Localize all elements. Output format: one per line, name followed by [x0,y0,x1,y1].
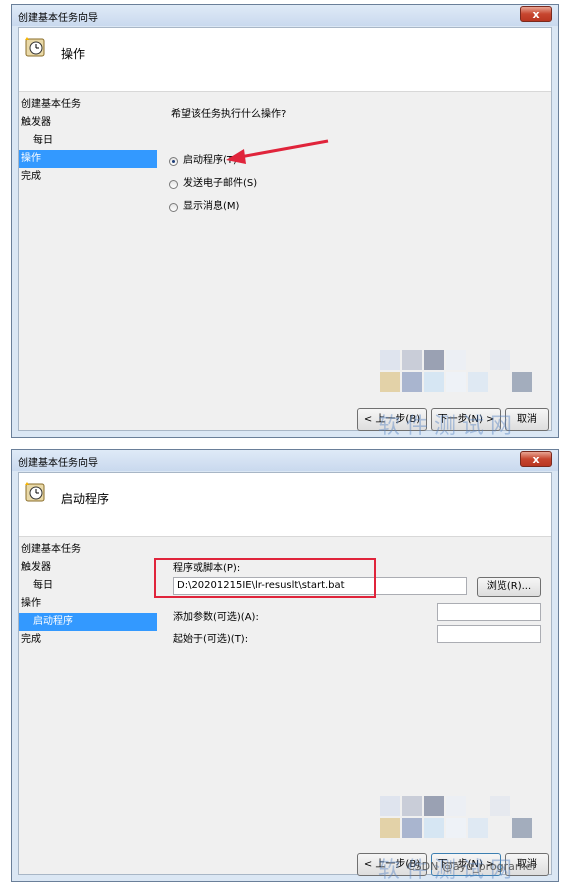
watermark-text: 软件测试网 [378,414,519,439]
wizard-step-item: 触发器 [21,117,51,128]
red-highlight-box [154,558,376,598]
page-title: 操作 [61,47,86,61]
radio-send-email[interactable]: 发送电子邮件(S) [169,177,257,191]
wizard-step-item: 完成 [21,171,41,182]
start-in-label: 起始于(可选)(T): [173,634,249,645]
wizard-content: 操作 创建基本任务 触发器 每日 操作 完成 希望该任务执行什么操作? 启动程序(T) … [18,27,552,431]
title-bar[interactable]: 创建基本任务向导 x [12,5,558,26]
wizard-step-item: 触发器 [21,562,51,573]
wizard-header: 操作 [19,28,551,92]
close-button[interactable]: x [520,6,552,22]
wizard-step-item: 启动程序 [19,613,157,631]
close-button[interactable]: x [520,451,552,467]
wizard-step-item: 完成 [21,634,41,645]
wizard-step-item: 创建基本任务 [21,99,81,110]
wizard-step-item: 每日 [33,580,53,591]
window-title: 创建基本任务向导 [18,13,98,24]
arguments-input[interactable] [437,603,541,621]
task-clock-icon [25,37,45,57]
wizard-step-item: 操作 [21,598,41,609]
task-clock-icon [25,482,45,502]
arguments-label: 添加参数(可选)(A): [173,612,259,623]
radio-button-checked[interactable] [169,156,178,166]
red-arrow-annotation [226,139,329,164]
radio-show-message[interactable]: 显示消息(M) [169,200,239,214]
browse-button[interactable]: 浏览(R)... [477,577,541,597]
radio-button[interactable] [169,202,178,212]
wizard-step-item: 每日 [33,135,53,146]
wizard-header: 启动程序 [19,473,551,537]
radio-label: 发送电子邮件(S) [183,178,258,189]
wizard-step-item: 操作 [19,150,157,168]
action-panel: 希望该任务执行什么操作? 启动程序(T) 发送电子邮件(S) 显示消息(M) [157,96,551,430]
wizard-steps: 创建基本任务 触发器每日操作完成 [19,96,157,186]
window-title: 创建基本任务向导 [18,458,98,469]
radio-label: 显示消息(M) [183,201,240,212]
title-bar[interactable]: 创建基本任务向导 x [12,450,558,471]
action-question: 希望该任务执行什么操作? [171,109,287,120]
radio-button[interactable] [169,179,178,189]
wizard-step-item: 创建基本任务 [21,544,81,555]
csdn-credit: CSDN @ayu_programer [407,860,537,873]
page-title: 启动程序 [61,492,110,506]
wizard-content: 启动程序 创建基本任务 触发器 每日 操作 启动程序 完成 程序或脚本(P): D:\20… [18,472,552,876]
start-in-input[interactable] [437,625,541,643]
wizard-steps: 创建基本任务 触发器每日操作启动程序完成 [19,541,157,649]
